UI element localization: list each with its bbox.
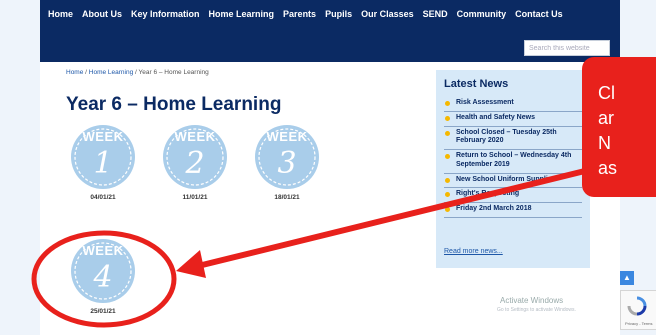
- bullet-dot-icon: [445, 130, 450, 136]
- bullet-dot-icon: [445, 115, 450, 121]
- recaptcha-badge[interactable]: Privacy - Terms: [620, 290, 656, 330]
- breadcrumb-home[interactable]: Home: [66, 69, 83, 76]
- news-item-label: New School Uniform Supplier: [456, 175, 555, 183]
- nav-contact-us[interactable]: Contact Us: [515, 9, 563, 19]
- week-date: 04/01/21: [90, 194, 116, 201]
- latest-news-panel: Latest News Risk Assessment Health and S…: [436, 70, 590, 268]
- week-1-badge[interactable]: WEEK 1: [70, 124, 136, 190]
- callout-text: Cl ar N as: [598, 81, 617, 181]
- week-4-card[interactable]: WEEK 4 25/01/21: [68, 238, 138, 315]
- recaptcha-text: Privacy - Terms: [625, 321, 653, 326]
- bullet-dot-icon: [445, 154, 450, 159]
- nav-our-classes[interactable]: Our Classes: [361, 9, 414, 19]
- news-item-label: Risk Assessment: [456, 99, 514, 106]
- week-number: 2: [185, 146, 205, 181]
- week-label: WEEK: [82, 243, 124, 258]
- week-date: 25/01/21: [90, 308, 116, 315]
- week-4-badge[interactable]: WEEK 4: [70, 238, 136, 304]
- news-item-label: School Closed – Tuesday 25th February 20…: [456, 128, 557, 145]
- news-item-label: Health and Safety News: [456, 113, 535, 121]
- news-item[interactable]: Risk Assessment: [444, 97, 582, 112]
- week-label: WEEK: [266, 129, 308, 144]
- news-item-label: Right's Respecting: [456, 190, 520, 198]
- page: Home About Us Key Information Home Learn…: [40, 0, 620, 335]
- news-item[interactable]: Return to School – Wednesday 4th Septemb…: [444, 150, 582, 174]
- callout-line: ar: [598, 108, 615, 128]
- search-input[interactable]: [524, 40, 610, 56]
- top-navigation: Home About Us Key Information Home Learn…: [40, 0, 620, 62]
- bullet-dot-icon: [445, 192, 450, 198]
- week-number: 3: [277, 146, 297, 181]
- chevron-up-icon: ▲: [623, 273, 631, 282]
- nav-send[interactable]: SEND: [423, 9, 448, 19]
- news-item[interactable]: School Closed – Tuesday 25th February 20…: [444, 127, 582, 150]
- news-item[interactable]: New School Uniform Supplier: [444, 174, 582, 189]
- callout-line: Cl: [598, 83, 615, 103]
- nav-community[interactable]: Community: [457, 9, 507, 19]
- week-number: 4: [93, 260, 113, 295]
- news-item[interactable]: Right's Respecting: [444, 188, 582, 203]
- recaptcha-icon: [627, 296, 647, 316]
- read-more-news-link[interactable]: Read more news...: [444, 248, 503, 255]
- news-item[interactable]: Friday 2nd March 2018: [444, 203, 582, 218]
- week-date: 18/01/21: [274, 194, 300, 201]
- week-2-badge[interactable]: WEEK 2: [162, 124, 228, 190]
- week-1-card[interactable]: WEEK 1 04/01/21: [68, 124, 138, 201]
- news-list: Risk Assessment Health and Safety News S…: [444, 97, 582, 218]
- nav-key-information[interactable]: Key Information: [131, 9, 200, 19]
- news-item[interactable]: Health and Safety News: [444, 112, 582, 127]
- week-3-badge[interactable]: WEEK 3: [254, 124, 320, 190]
- page-title: Year 6 – Home Learning: [66, 94, 282, 115]
- week-number: 1: [93, 146, 113, 181]
- nav-parents[interactable]: Parents: [283, 9, 316, 19]
- week-2-card[interactable]: WEEK 2 11/01/21: [160, 124, 230, 201]
- week-date: 11/01/21: [182, 194, 208, 201]
- annotation-callout: Cl ar N as: [582, 57, 656, 197]
- week-label: WEEK: [174, 129, 216, 144]
- nav-about-us[interactable]: About Us: [82, 9, 122, 19]
- nav-home-learning[interactable]: Home Learning: [209, 9, 275, 19]
- callout-line: N: [598, 133, 611, 153]
- nav-home[interactable]: Home: [48, 9, 73, 19]
- breadcrumb-current: Year 6 – Home Learning: [138, 69, 209, 76]
- bullet-dot-icon: [445, 177, 450, 183]
- latest-news-title: Latest News: [444, 78, 509, 90]
- breadcrumb: Home / Home Learning / Year 6 – Home Lea…: [66, 69, 209, 76]
- bullet-dot-icon: [445, 207, 450, 212]
- news-item-label: Friday 2nd March 2018: [456, 205, 532, 212]
- callout-line: as: [598, 158, 618, 178]
- activate-windows-title: Activate Windows: [500, 296, 564, 305]
- breadcrumb-home-learning[interactable]: Home Learning: [89, 69, 133, 76]
- nav-pupils[interactable]: Pupils: [325, 9, 352, 19]
- week-3-card[interactable]: WEEK 3 18/01/21: [252, 124, 322, 201]
- activate-windows-subtitle: Go to Settings to activate Windows.: [497, 307, 576, 313]
- scroll-to-top-button[interactable]: ▲: [620, 271, 634, 285]
- news-item-label: Return to School – Wednesday 4th Septemb…: [456, 152, 572, 168]
- bullet-dot-icon: [445, 101, 450, 106]
- week-label: WEEK: [82, 129, 124, 144]
